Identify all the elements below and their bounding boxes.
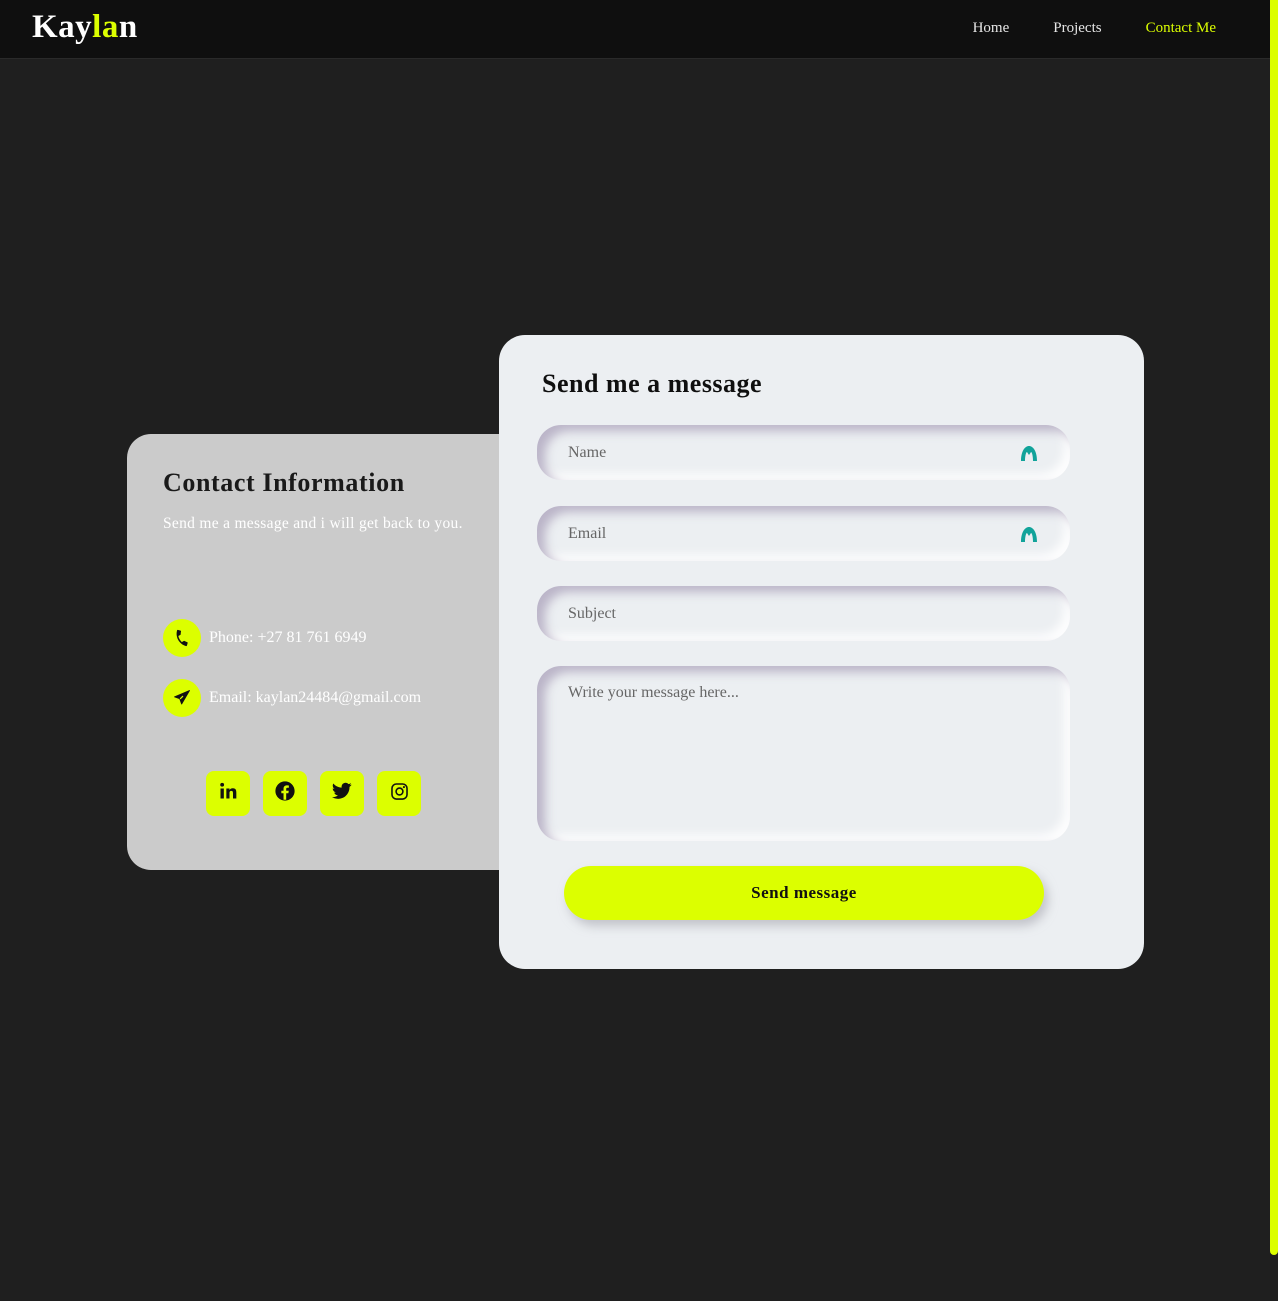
logo-text-end: n <box>118 9 138 45</box>
phone-text: Phone: +27 81 761 6949 <box>209 629 367 646</box>
autofill-badge-icon[interactable] <box>1020 444 1038 462</box>
logo-text-accent: la <box>92 9 119 45</box>
linkedin-button[interactable] <box>206 771 250 816</box>
facebook-icon <box>274 780 296 807</box>
name-field-wrapper <box>537 425 1070 480</box>
contact-info-card: Contact Information Send me a message an… <box>127 434 527 870</box>
nav-link-home[interactable]: Home <box>973 20 1010 37</box>
scrollbar-track[interactable] <box>1270 0 1278 1301</box>
message-form-card: Send me a message Send message <box>499 335 1144 969</box>
email-text: Email: kaylan24484@gmail.com <box>209 689 422 706</box>
twitter-icon <box>331 782 352 805</box>
name-input[interactable] <box>537 425 1070 480</box>
nav-link-projects[interactable]: Projects <box>1053 20 1101 37</box>
autofill-badge-icon[interactable] <box>1020 525 1038 543</box>
email-input[interactable] <box>537 506 1070 561</box>
form-title: Send me a message <box>542 369 763 398</box>
paper-plane-icon <box>163 679 201 717</box>
subject-field-wrapper <box>537 586 1070 641</box>
facebook-button[interactable] <box>263 771 307 816</box>
subject-input[interactable] <box>537 586 1070 641</box>
phone-row: Phone: +27 81 761 6949 <box>163 619 366 657</box>
contact-info-subtitle: Send me a message and i will get back to… <box>163 515 463 532</box>
twitter-button[interactable] <box>320 771 364 816</box>
navbar: Kaylan Home Projects Contact Me <box>0 0 1270 59</box>
email-field-wrapper <box>537 506 1070 561</box>
logo-text-start: Kay <box>32 9 93 45</box>
nav-links: Home Projects Contact Me <box>973 20 1216 37</box>
phone-icon <box>163 619 201 657</box>
email-row: Email: kaylan24484@gmail.com <box>163 679 421 717</box>
scrollbar-thumb[interactable] <box>1270 0 1278 1255</box>
social-links <box>206 771 421 816</box>
send-message-button[interactable]: Send message <box>564 866 1044 920</box>
site-logo[interactable]: Kaylan <box>32 9 138 46</box>
message-textarea[interactable] <box>537 666 1070 841</box>
nav-link-contact[interactable]: Contact Me <box>1146 20 1216 37</box>
linkedin-icon <box>218 781 238 806</box>
instagram-icon <box>390 782 409 806</box>
instagram-button[interactable] <box>377 771 421 816</box>
contact-info-title: Contact Information <box>163 468 405 497</box>
message-field-wrapper <box>537 666 1070 841</box>
